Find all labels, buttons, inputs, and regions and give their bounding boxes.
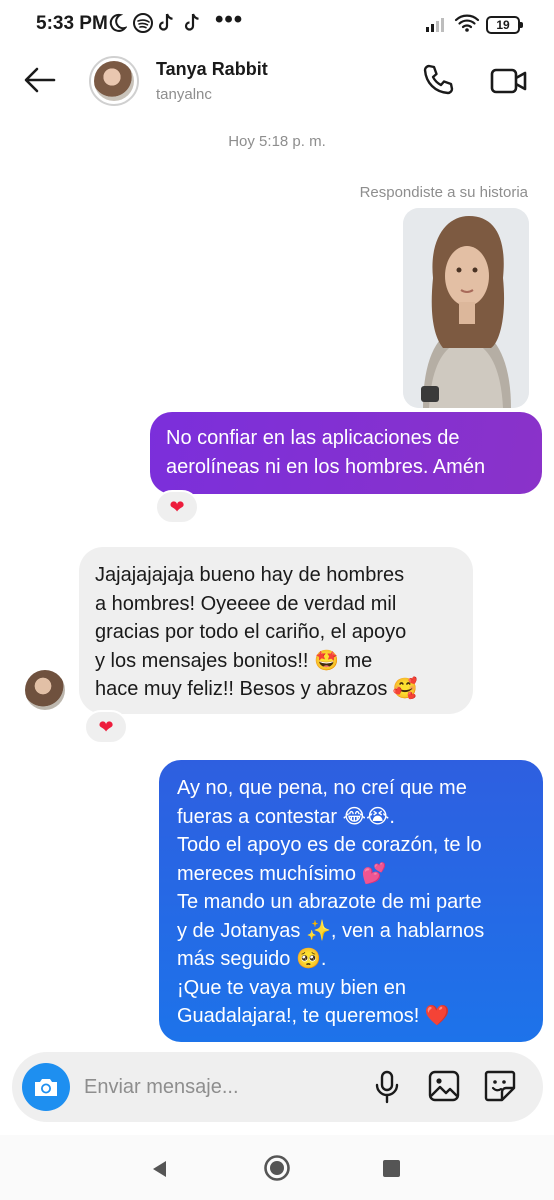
message-line: más seguido 🥺. (177, 948, 327, 970)
signal-icon (425, 15, 449, 38)
camera-button[interactable] (22, 1063, 70, 1111)
message-line: No confiar en las aplicaciones de (166, 427, 460, 449)
message-input[interactable] (84, 1066, 364, 1108)
message-line: aerolíneas ni en los hombres. Amén (166, 455, 486, 478)
message-line: fueras a contestar 😂😭. (177, 805, 395, 828)
spotify-icon (132, 12, 154, 39)
video-call-button[interactable] (490, 64, 528, 98)
video-camera-icon (490, 68, 527, 94)
gallery-button[interactable] (426, 1068, 462, 1104)
message-line: a hombres! Oyeeee de verdad mil (95, 592, 397, 615)
message-line: mereces muchísimo 💕 (177, 862, 387, 885)
arrow-left-icon (24, 67, 56, 93)
message-line: gracias por todo el cariño, el apoyo (95, 621, 407, 643)
tiktok-icon (156, 12, 176, 39)
story-reply-label: Respondiste a su historia (359, 184, 528, 201)
story-photo (403, 208, 529, 408)
heart-icon: ❤ (98, 716, 114, 737)
contact-name[interactable]: Tanya Rabbit (156, 59, 268, 80)
message-line: y los mensajes bonitos!! 🤩 me (95, 649, 373, 672)
message-line: Ay no, que pena, no creí que me (177, 777, 467, 799)
back-button[interactable] (22, 62, 58, 98)
nav-back-button[interactable] (150, 1159, 170, 1179)
sticker-button[interactable] (482, 1068, 518, 1104)
message-line: ¡Que te vaya muy bien en (177, 976, 407, 999)
microphone-button[interactable] (374, 1069, 400, 1105)
status-time: 5:33 PM (36, 13, 108, 34)
message-line: Guadalajara!, te queremos! ❤️ (177, 1005, 450, 1027)
image-icon (428, 1070, 460, 1102)
heart-reaction[interactable]: ❤ (84, 710, 128, 744)
battery-indicator: 19 (486, 16, 523, 34)
message-line: hace muy feliz!! Besos y abrazos 🥰 (95, 678, 418, 700)
nav-recents-button[interactable] (383, 1160, 400, 1177)
microphone-icon (375, 1070, 399, 1104)
heart-icon: ❤ (169, 496, 185, 517)
wifi-icon (454, 13, 480, 38)
contact-username[interactable]: tanyalnc (156, 86, 212, 103)
phone-icon (423, 64, 454, 95)
tiktok-icon (182, 12, 202, 39)
status-bar: 5:33 PM ••• 19 (0, 0, 554, 50)
sticker-icon (484, 1070, 516, 1102)
moon-icon (107, 12, 128, 39)
chat-header: Tanya Rabbit tanyalnc (0, 50, 554, 112)
contact-avatar[interactable] (89, 56, 139, 106)
outgoing-message-bubble[interactable]: Ay no, que pena, no creí que me fueras a… (159, 760, 543, 1042)
message-line: Todo el apoyo es de corazón, te lo (177, 834, 482, 856)
chat-timestamp: Hoy 5:18 p. m. (228, 133, 326, 150)
call-button[interactable] (420, 62, 456, 98)
system-nav-bar (0, 1135, 554, 1200)
outgoing-message-bubble[interactable]: No confiar en las aplicaciones de aerolí… (150, 412, 542, 494)
heart-reaction[interactable]: ❤ (155, 490, 199, 524)
message-composer (12, 1052, 543, 1122)
sender-avatar[interactable] (25, 670, 65, 710)
story-thumbnail[interactable] (403, 208, 529, 408)
message-line: y de Jotanyas ✨, ven a hablarnos (177, 919, 485, 942)
more-icon: ••• (215, 6, 244, 33)
circle-home-icon (264, 1155, 290, 1181)
incoming-message-bubble[interactable]: Jajajajajaja bueno hay de hombres a homb… (79, 547, 473, 714)
nav-home-button[interactable] (263, 1154, 291, 1182)
triangle-left-icon (153, 1161, 166, 1177)
message-line: Te mando un abrazote de mi parte (177, 891, 482, 913)
camera-icon (35, 1079, 57, 1096)
message-line: Jajajajajaja bueno hay de hombres (95, 564, 405, 586)
